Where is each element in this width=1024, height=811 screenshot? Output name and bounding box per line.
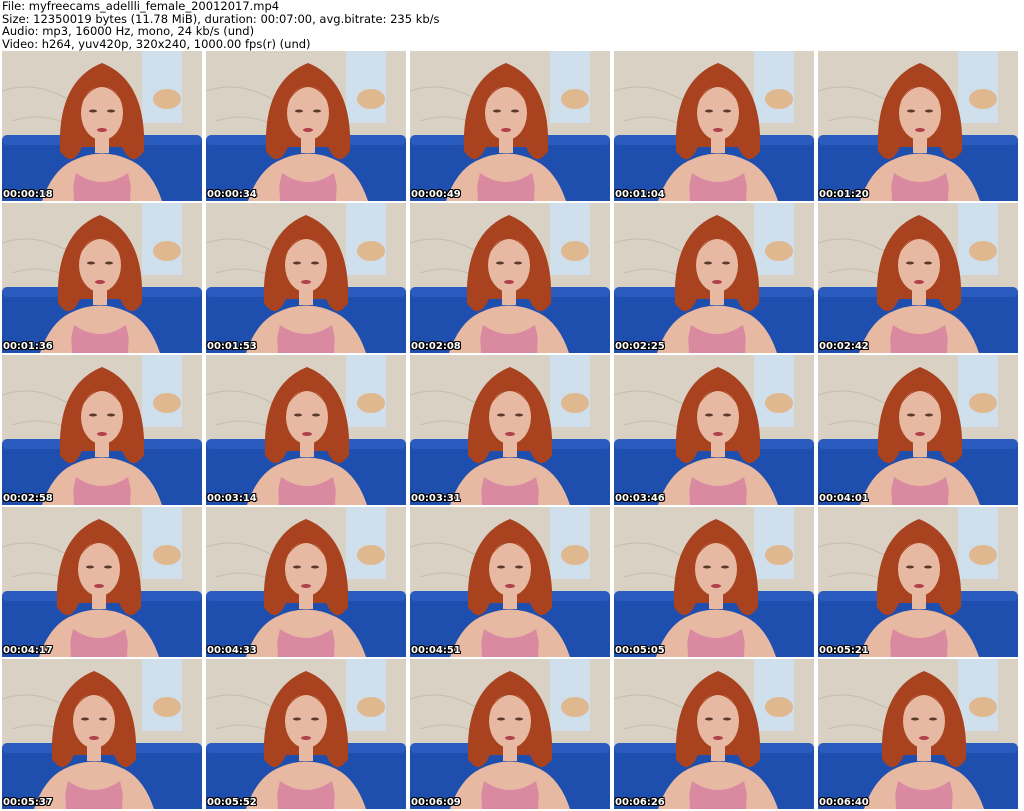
frame-image [2,203,202,353]
frame-timestamp: 00:01:36 [3,341,53,352]
video-frame-thumbnail: 00:05:05 [614,507,814,657]
video-frame-thumbnail: 00:00:34 [206,51,406,201]
video-frame-thumbnail: 00:04:33 [206,507,406,657]
video-frame-thumbnail: 00:03:46 [614,355,814,505]
frame-image [818,51,1018,201]
thumbnail-grid: 00:00:18 00:00:34 00:00:49 00:01:04 00:01:20… [2,51,1022,811]
frame-timestamp: 00:00:18 [3,189,53,200]
frame-image [206,355,406,505]
video-frame-thumbnail: 00:02:58 [2,355,202,505]
frame-timestamp: 00:05:05 [615,645,665,656]
frame-timestamp: 00:02:25 [615,341,665,352]
frame-image [410,659,610,809]
frame-timestamp: 00:03:14 [207,493,257,504]
video-frame-thumbnail: 00:00:18 [2,51,202,201]
file-info-header: File: myfreecams_adellli_female_20012017… [2,0,1022,50]
frame-image [206,203,406,353]
video-frame-thumbnail: 00:06:09 [410,659,610,809]
video-info-line: Video: h264, yuv420p, 320x240, 1000.00 f… [2,36,311,51]
video-frame-thumbnail: 00:04:17 [2,507,202,657]
frame-timestamp: 00:01:04 [615,189,665,200]
frame-image [614,659,814,809]
frame-timestamp: 00:02:58 [3,493,53,504]
video-frame-thumbnail: 00:06:40 [818,659,1018,809]
frame-timestamp: 00:00:49 [411,189,461,200]
video-frame-thumbnail: 00:05:21 [818,507,1018,657]
frame-timestamp: 00:01:20 [819,189,869,200]
frame-timestamp: 00:05:37 [3,797,53,808]
audio-info-line: Audio: mp3, 16000 Hz, mono, 24 kb/s (und… [2,24,255,38]
video-frame-thumbnail: 00:02:08 [410,203,610,353]
frame-timestamp: 00:03:46 [615,493,665,504]
frame-image [818,203,1018,353]
frame-image [2,659,202,809]
frame-timestamp: 00:04:01 [819,493,869,504]
frame-image [206,51,406,201]
video-frame-thumbnail: 00:01:20 [818,51,1018,201]
video-frame-thumbnail: 00:03:31 [410,355,610,505]
video-frame-thumbnail: 00:05:52 [206,659,406,809]
frame-image [410,355,610,505]
frame-image [410,203,610,353]
frame-timestamp: 00:02:42 [819,341,869,352]
video-frame-thumbnail: 00:00:49 [410,51,610,201]
frame-timestamp: 00:02:08 [411,341,461,352]
frame-image [614,507,814,657]
video-frame-thumbnail: 00:01:04 [614,51,814,201]
frame-image [614,51,814,201]
frame-image [818,659,1018,809]
frame-image [818,355,1018,505]
frame-timestamp: 00:06:40 [819,797,869,808]
video-frame-thumbnail: 00:02:25 [614,203,814,353]
frame-image [206,507,406,657]
frame-image [2,355,202,505]
frame-timestamp: 00:01:53 [207,341,257,352]
frame-timestamp: 00:04:33 [207,645,257,656]
video-frame-thumbnail: 00:05:37 [2,659,202,809]
video-frame-thumbnail: 00:03:14 [206,355,406,505]
frame-image [206,659,406,809]
frame-image [410,51,610,201]
frame-timestamp: 00:05:52 [207,797,257,808]
video-frame-thumbnail: 00:01:53 [206,203,406,353]
video-frame-thumbnail: 00:04:51 [410,507,610,657]
frame-timestamp: 00:04:51 [411,645,461,656]
frame-image [614,203,814,353]
file-name-line: File: myfreecams_adellli_female_20012017… [2,0,280,13]
frame-timestamp: 00:00:34 [207,189,257,200]
frame-image [818,507,1018,657]
frame-timestamp: 00:06:26 [615,797,665,808]
video-frame-thumbnail: 00:06:26 [614,659,814,809]
frame-timestamp: 00:04:17 [3,645,53,656]
video-frame-thumbnail: 00:04:01 [818,355,1018,505]
frame-image [410,507,610,657]
video-frame-thumbnail: 00:02:42 [818,203,1018,353]
video-frame-thumbnail: 00:01:36 [2,203,202,353]
frame-image [2,507,202,657]
frame-timestamp: 00:03:31 [411,493,461,504]
frame-image [2,51,202,201]
frame-timestamp: 00:05:21 [819,645,869,656]
frame-timestamp: 00:06:09 [411,797,461,808]
frame-image [614,355,814,505]
